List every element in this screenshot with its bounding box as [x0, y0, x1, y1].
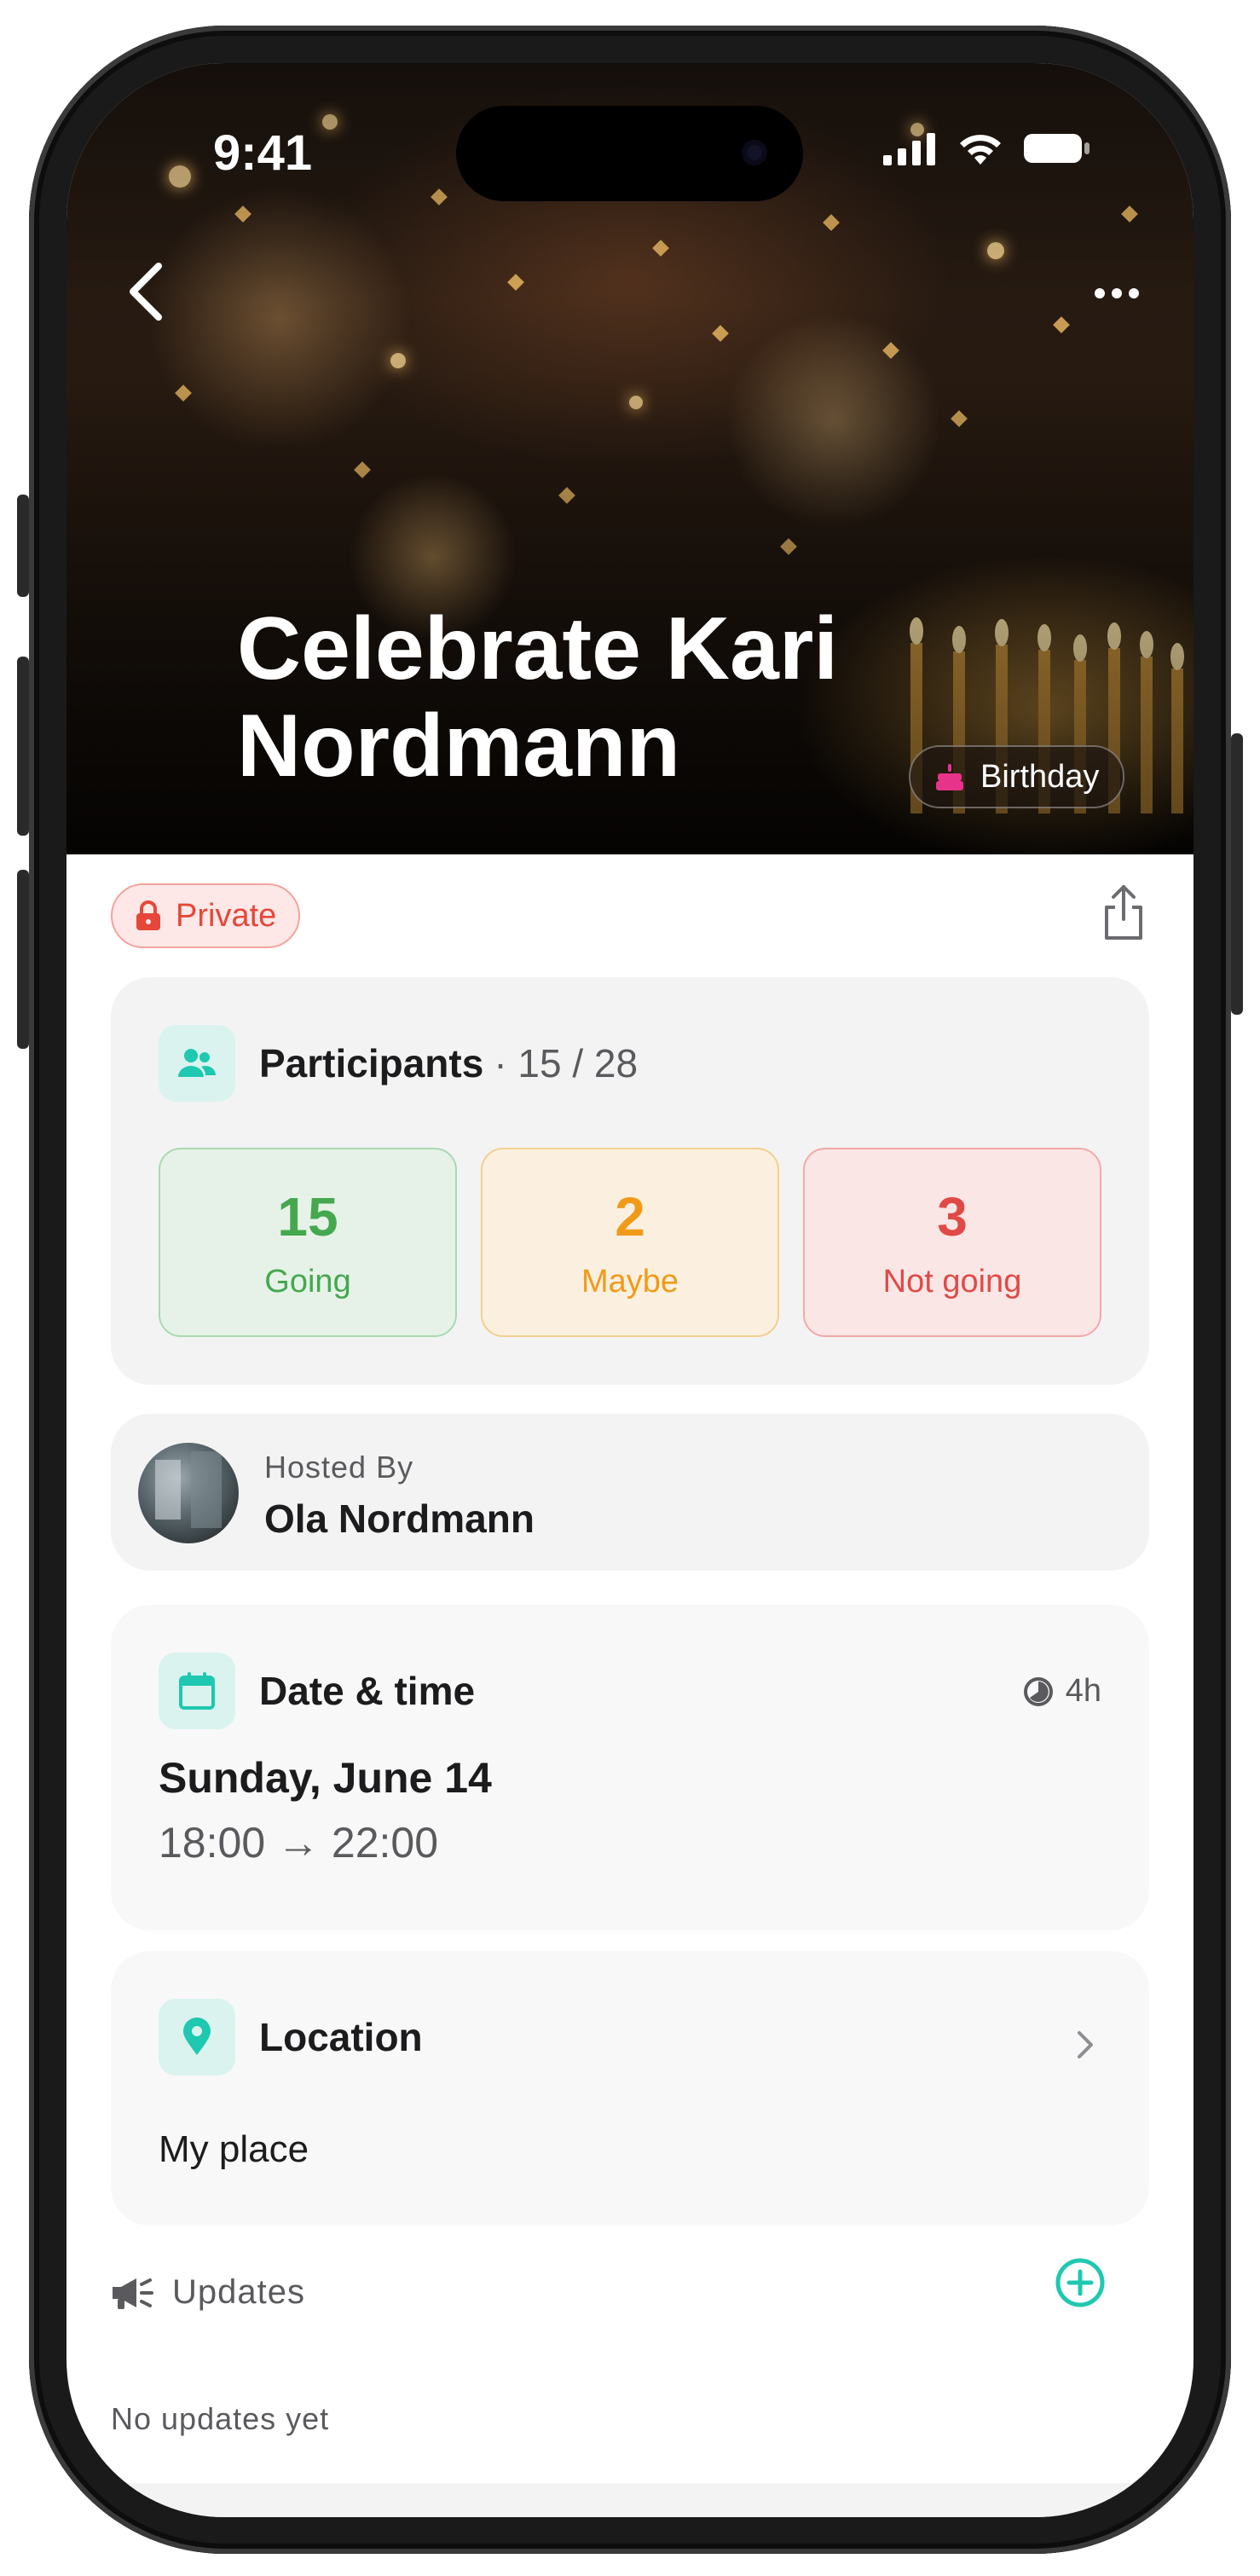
- participants-count: · 15 / 28: [494, 1041, 639, 1085]
- updates-title: Updates: [172, 2273, 305, 2311]
- maybe-stat[interactable]: 2 Maybe: [481, 1148, 779, 1337]
- cake-icon: [936, 764, 963, 790]
- date-time-card[interactable]: Date & time 4h Sunday, June 14 18:00 → 2…: [111, 1605, 1149, 1931]
- power-button: [1231, 733, 1243, 1015]
- hero-image: 9:41 Celebrate Kari Nordmann Birthday: [66, 63, 1194, 854]
- updates-empty-text: No updates yet: [111, 2401, 330, 2436]
- location-value: My place: [159, 2128, 309, 2170]
- signal-icon: [883, 133, 935, 165]
- going-stat[interactable]: 15 Going: [159, 1148, 457, 1337]
- camera-icon: [742, 140, 767, 165]
- maybe-count: 2: [615, 1185, 645, 1247]
- host-card[interactable]: Hosted By Ola Nordmann: [111, 1414, 1149, 1571]
- private-badge[interactable]: Private: [111, 883, 301, 948]
- volume-up-button: [17, 657, 29, 836]
- calendar-icon: [159, 1653, 235, 1729]
- participants-card[interactable]: Participants · 15 / 28 15 Going 2 Maybe …: [111, 977, 1149, 1385]
- status-icons: [883, 130, 1091, 167]
- battery-icon: [1024, 134, 1089, 163]
- duration-value: 4h: [1065, 1673, 1101, 1709]
- private-label: Private: [176, 897, 277, 934]
- event-date: Sunday, June 14: [159, 1754, 492, 1802]
- clock-icon: [1023, 1676, 1053, 1706]
- chevron-right-icon[interactable]: [1072, 2023, 1098, 2067]
- maybe-label: Maybe: [581, 1263, 679, 1300]
- not-going-stat[interactable]: 3 Not going: [803, 1148, 1101, 1337]
- people-icon: [159, 1025, 235, 1102]
- action-button: [17, 495, 29, 597]
- more-icon[interactable]: [1078, 272, 1155, 315]
- not-going-count: 3: [937, 1185, 968, 1247]
- location-card[interactable]: Location My place: [111, 1951, 1149, 2226]
- updates-header: Updates: [111, 2273, 305, 2312]
- avatar-detail: [155, 1460, 181, 1520]
- date-time-header: Date & time: [159, 1653, 475, 1729]
- share-icon[interactable]: [1098, 882, 1149, 943]
- back-icon[interactable]: [118, 258, 177, 326]
- category-chip[interactable]: Birthday: [909, 745, 1125, 808]
- location-header: Location: [159, 1999, 423, 2075]
- participants-header: Participants · 15 / 28: [159, 1025, 638, 1102]
- event-time-range: 18:00 → 22:00: [159, 1819, 439, 1867]
- screen: 9:41 Celebrate Kari Nordmann Birthday Pr…: [66, 63, 1194, 2517]
- dynamic-island: [456, 106, 803, 201]
- volume-down-button: [17, 870, 29, 1049]
- map-pin-icon: [159, 1999, 235, 2075]
- host-label: Hosted By: [264, 1450, 414, 1485]
- category-label: Birthday: [980, 758, 1100, 795]
- event-title: Celebrate Kari Nordmann: [237, 599, 839, 796]
- participants-title: Participants: [259, 1041, 484, 1085]
- host-name: Ola Nordmann: [264, 1496, 535, 1541]
- date-time-title: Date & time: [259, 1669, 476, 1713]
- location-title: Location: [259, 2015, 423, 2059]
- add-update-icon[interactable]: [1050, 2253, 1110, 2313]
- wifi-icon: [960, 135, 1001, 165]
- megaphone-icon: [113, 2278, 153, 2309]
- going-label: Going: [264, 1263, 351, 1300]
- not-going-label: Not going: [882, 1263, 1022, 1300]
- lock-icon: [136, 900, 160, 930]
- avatar-detail: [191, 1451, 222, 1528]
- going-count: 15: [277, 1185, 338, 1247]
- avatar: [138, 1443, 239, 1543]
- status-time: 9:41: [213, 125, 313, 181]
- duration: 4h: [1023, 1673, 1101, 1710]
- bottom-band: [66, 2483, 1194, 2517]
